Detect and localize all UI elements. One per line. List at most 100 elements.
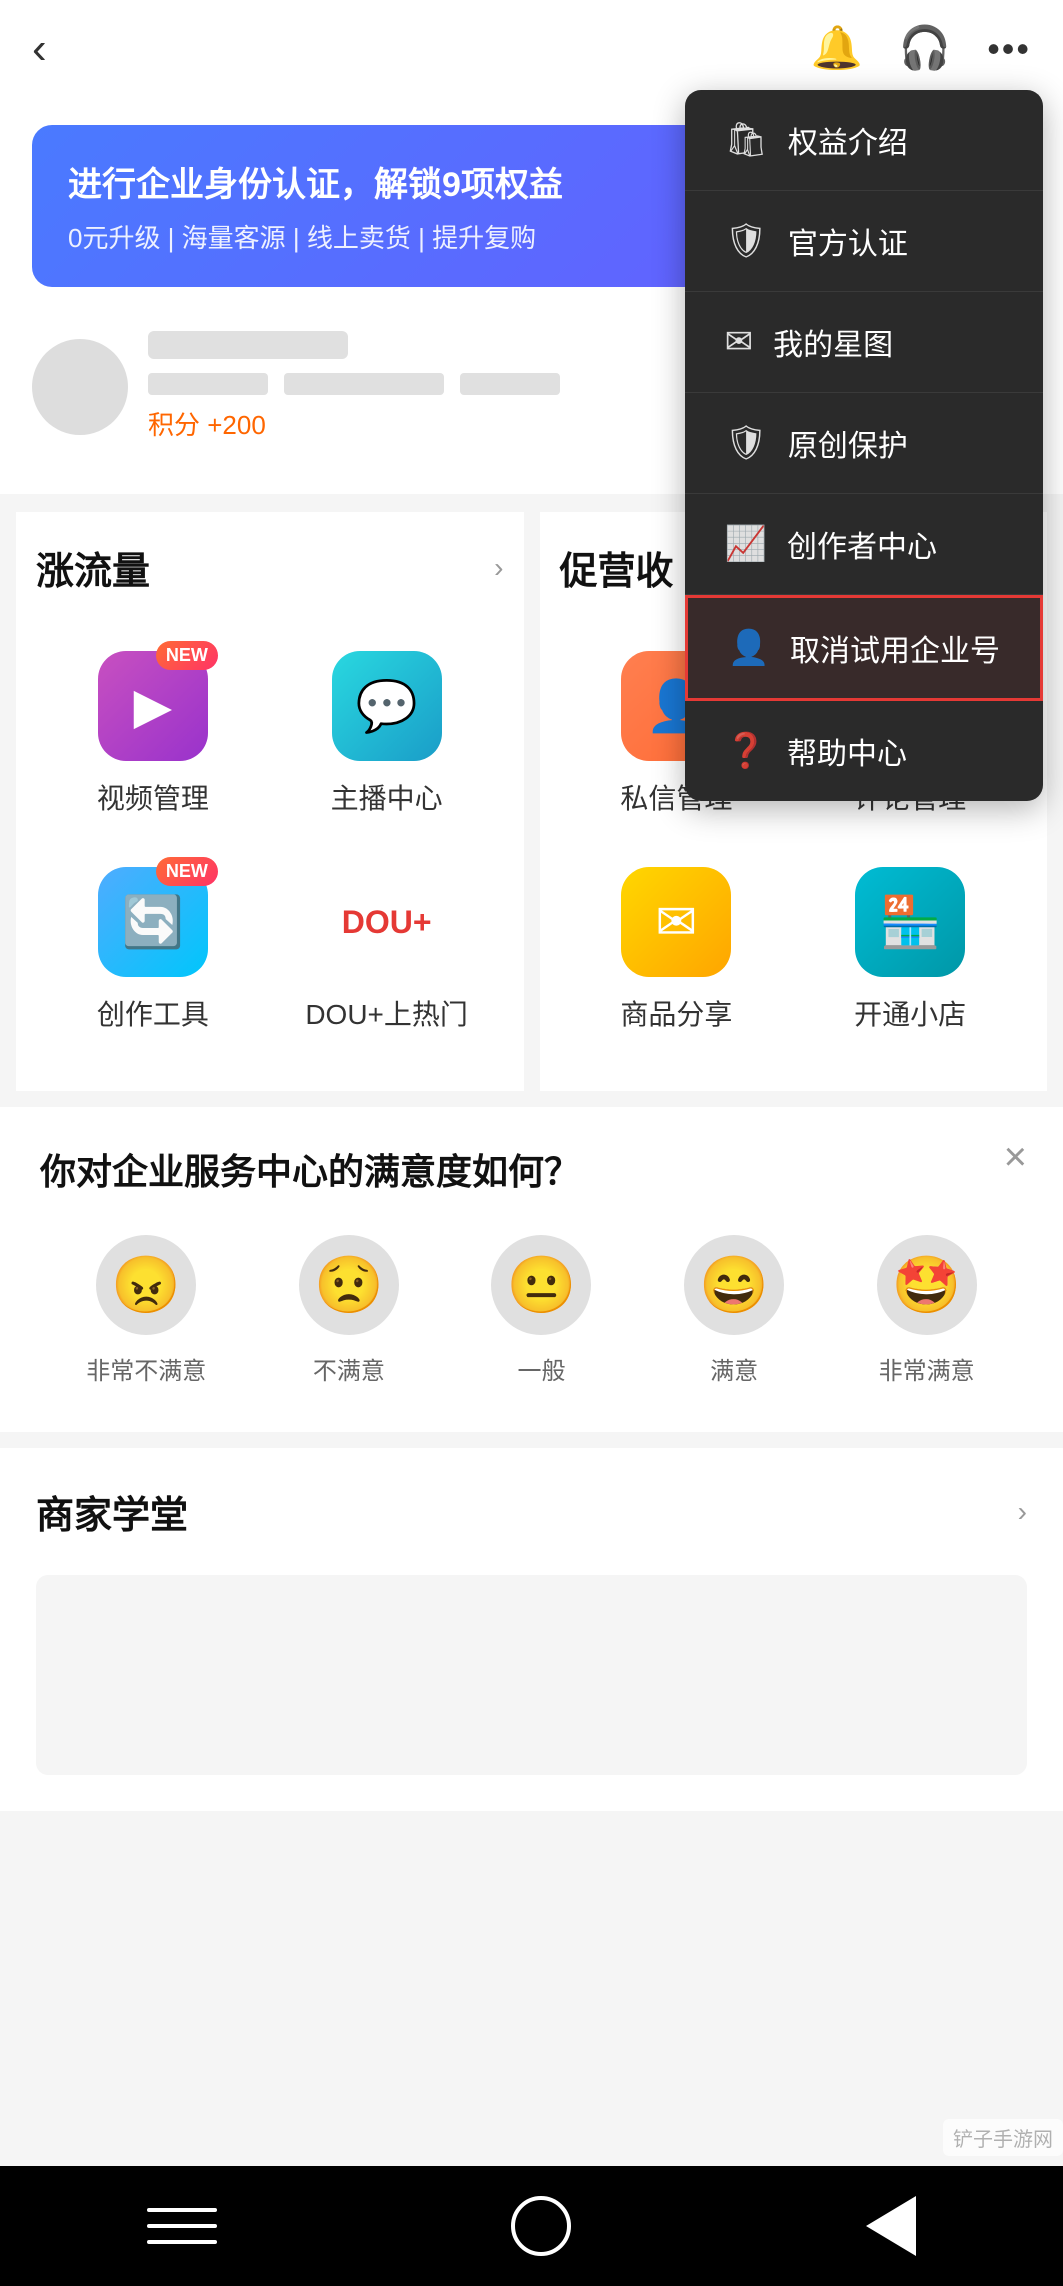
traffic-header: 涨流量 › (36, 540, 504, 595)
original-icon: 🛡 (725, 423, 768, 463)
star-icon: ✉ (725, 322, 754, 362)
good-face: 😄 (684, 1235, 784, 1335)
survey-section: × 你对企业服务中心的满意度如何？ 😠 非常不满意 😟 不满意 😐 一般 😄 满… (0, 1107, 1063, 1432)
more-icon[interactable]: ••• (987, 28, 1031, 70)
grid-item-dou[interactable]: DOU+ DOU+上热门 (270, 847, 504, 1063)
menu-item-benefits[interactable]: 🛍 权益介绍 (685, 90, 1043, 191)
academy-more[interactable]: › (1018, 1496, 1027, 1528)
bottom-bar (0, 2166, 1063, 2286)
very-bad-label: 非常不满意 (86, 1351, 206, 1386)
dropdown-menu: 🛍 权益介绍 🛡 官方认证 ✉ 我的星图 🛡 原创保护 📈 创作者中心 👤 取消… (685, 90, 1043, 801)
shop-icon: ✉ (655, 893, 697, 951)
host-label: 主播中心 (331, 777, 443, 817)
academy-title: 商家学堂 (36, 1484, 188, 1539)
creator-label: 创作者中心 (787, 522, 937, 566)
grid-item-video[interactable]: NEW ▶ 视频管理 (36, 631, 270, 847)
menu-line-3 (147, 2240, 217, 2244)
info-bar-3 (460, 373, 560, 395)
academy-section: 商家学堂 › (0, 1448, 1063, 1811)
store-icon: 🏪 (879, 893, 941, 952)
back-button[interactable]: ‹ (32, 27, 47, 71)
help-label: 帮助中心 (787, 729, 907, 773)
video-label: 视频管理 (97, 777, 209, 817)
emoji-good[interactable]: 😄 满意 (684, 1235, 784, 1386)
help-icon: ❓ (725, 731, 767, 771)
tool-label: 创作工具 (97, 993, 209, 1033)
survey-close-button[interactable]: × (1004, 1135, 1027, 1180)
very-good-label: 非常满意 (879, 1351, 975, 1386)
home-button[interactable] (511, 2196, 571, 2256)
info-bar-2 (284, 373, 444, 395)
traffic-more-arrow: › (494, 552, 503, 584)
name-bar (148, 331, 348, 359)
good-label: 满意 (710, 1351, 758, 1386)
menu-item-creator[interactable]: 📈 创作者中心 (685, 494, 1043, 595)
traffic-grid: NEW ▶ 视频管理 💬 主播中心 NEW 🔄 创作工具 (36, 631, 504, 1063)
traffic-more[interactable]: › (494, 552, 503, 584)
grid-item-store[interactable]: 🏪 开通小店 (793, 847, 1027, 1063)
emoji-bad[interactable]: 😟 不满意 (299, 1235, 399, 1386)
tool-new-badge: NEW (156, 857, 218, 886)
creator-icon: 📈 (725, 524, 767, 564)
traffic-title: 涨流量 (36, 540, 150, 595)
bottom-menu-button[interactable] (147, 2208, 217, 2244)
benefits-label: 权益介绍 (788, 118, 908, 162)
video-new-badge: NEW (156, 641, 218, 670)
marketing-title: 促营收 (560, 540, 674, 595)
menu-item-star[interactable]: ✉ 我的星图 (685, 292, 1043, 393)
emoji-neutral[interactable]: 😐 一般 (491, 1235, 591, 1386)
cancel-icon: 👤 (728, 628, 770, 668)
dou-icon-wrap: DOU+ (332, 867, 442, 977)
host-icon: 💬 (355, 677, 417, 736)
host-icon-wrap: 💬 (332, 651, 442, 761)
dou-icon: DOU+ (342, 904, 432, 941)
bottom-spacer (0, 1827, 1063, 1967)
bad-label: 不满意 (313, 1351, 385, 1386)
headset-icon[interactable]: 🎧 (899, 24, 951, 73)
grid-item-shop[interactable]: ✉ 商品分享 (560, 847, 794, 1063)
store-label: 开通小店 (854, 993, 966, 1033)
tool-icon-wrap: NEW 🔄 (98, 867, 208, 977)
traffic-section: 涨流量 › NEW ▶ 视频管理 💬 主播中心 NEW (16, 512, 524, 1091)
neutral-face: 😐 (491, 1235, 591, 1335)
academy-header: 商家学堂 › (36, 1484, 1027, 1539)
emoji-very-good[interactable]: 🤩 非常满意 (877, 1235, 977, 1386)
academy-more-arrow: › (1018, 1496, 1027, 1528)
watermark: 铲子手游网 (943, 2119, 1063, 2156)
very-bad-face: 😠 (96, 1235, 196, 1335)
emoji-very-bad[interactable]: 😠 非常不满意 (86, 1235, 206, 1386)
store-icon-wrap: 🏪 (855, 867, 965, 977)
notification-icon[interactable]: 🔔 (811, 24, 863, 73)
avatar (32, 339, 128, 435)
star-label: 我的星图 (773, 320, 893, 364)
bad-face: 😟 (299, 1235, 399, 1335)
benefits-icon: 🛍 (725, 120, 768, 160)
dou-label: DOU+上热门 (305, 993, 468, 1033)
menu-item-certification[interactable]: 🛡 官方认证 (685, 191, 1043, 292)
academy-content-placeholder (36, 1575, 1027, 1775)
original-label: 原创保护 (788, 421, 908, 465)
info-bar-1 (148, 373, 268, 395)
very-good-face: 🤩 (877, 1235, 977, 1335)
video-icon: ▶ (134, 677, 172, 735)
menu-item-cancel[interactable]: 👤 取消试用企业号 (685, 595, 1043, 701)
menu-line-2 (147, 2224, 217, 2228)
menu-line-1 (147, 2208, 217, 2212)
certification-label: 官方认证 (788, 219, 908, 263)
shop-label: 商品分享 (620, 993, 732, 1033)
back-button-bottom[interactable] (866, 2196, 916, 2256)
emoji-row: 😠 非常不满意 😟 不满意 😐 一般 😄 满意 🤩 非常满意 (40, 1235, 1023, 1386)
tool-icon: 🔄 (122, 893, 184, 952)
grid-item-tool[interactable]: NEW 🔄 创作工具 (36, 847, 270, 1063)
menu-item-original[interactable]: 🛡 原创保护 (685, 393, 1043, 494)
shop-icon-wrap: ✉ (621, 867, 731, 977)
survey-title: 你对企业服务中心的满意度如何？ (40, 1143, 1023, 1195)
grid-item-host[interactable]: 💬 主播中心 (270, 631, 504, 847)
video-icon-wrap: NEW ▶ (98, 651, 208, 761)
menu-item-help[interactable]: ❓ 帮助中心 (685, 701, 1043, 801)
neutral-label: 一般 (517, 1351, 565, 1386)
cancel-label: 取消试用企业号 (790, 626, 1000, 670)
score-value: 积分 +200 (148, 410, 266, 440)
certification-icon: 🛡 (725, 221, 768, 261)
top-nav: ‹ 🔔 🎧 ••• (0, 0, 1063, 93)
